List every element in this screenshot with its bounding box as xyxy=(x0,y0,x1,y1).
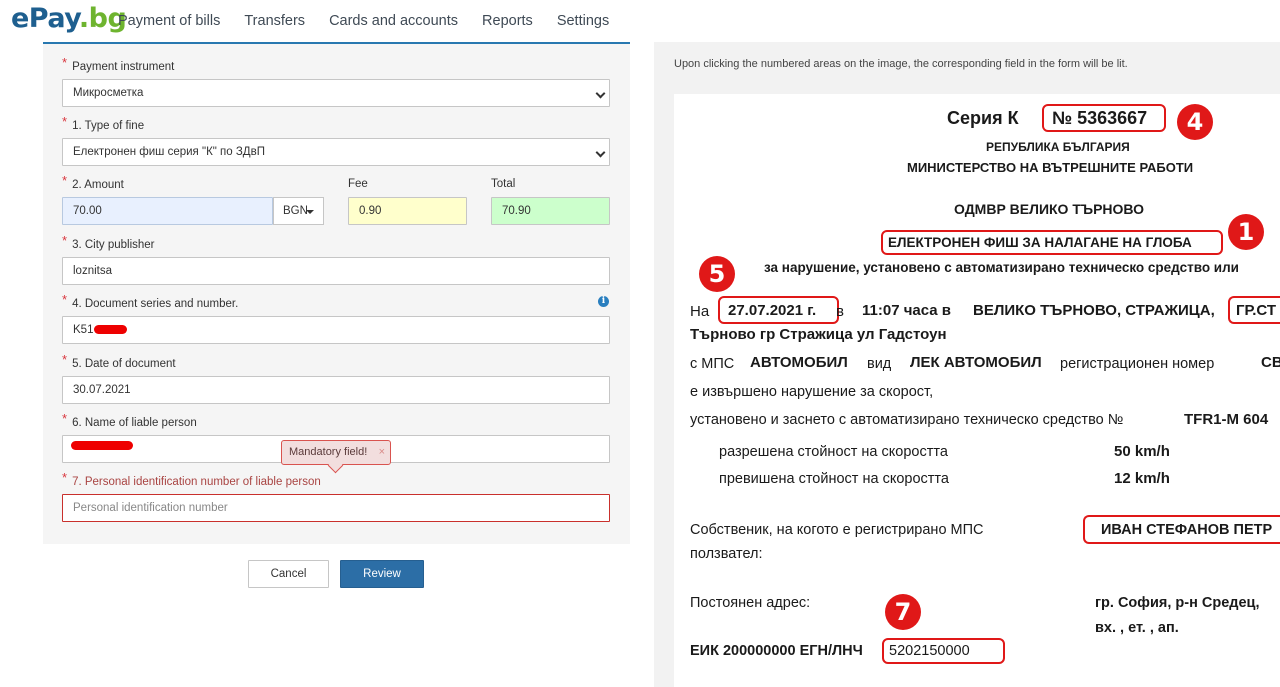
top-navbar: ePay.bg Payment of bills Transfers Cards… xyxy=(0,0,1280,42)
required-mark: * xyxy=(62,411,68,426)
required-mark: * xyxy=(62,173,68,188)
odmvr-text: ОДМВР ВЕЛИКО ТЪРНОВО xyxy=(954,201,1145,217)
fee-label: Fee xyxy=(348,178,368,190)
redaction-mark xyxy=(71,441,133,451)
required-mark: * xyxy=(62,114,68,129)
exceeded-value: 12 km/h xyxy=(1114,470,1170,487)
fine-type-select[interactable]: Електронен фиш серия "К" по ЗДвП xyxy=(62,138,610,166)
egn-number: 5202150000 xyxy=(889,643,970,659)
doc-date-label: 5. Date of document xyxy=(72,358,176,370)
city-publisher-label: 3. City publisher xyxy=(72,239,155,251)
required-mark: * xyxy=(62,352,68,367)
required-mark: * xyxy=(62,470,68,485)
personal-id-group: * 7. Personal identification number of li… xyxy=(62,470,610,522)
violation-text: е извършено нарушение за скорост, xyxy=(690,384,934,400)
nav-transfers[interactable]: Transfers xyxy=(232,0,317,42)
amount-label: 2. Amount xyxy=(72,179,124,191)
mandatory-field-tooltip: Mandatory field! × xyxy=(281,440,391,465)
device-number: TFR1-M 604 xyxy=(1184,411,1269,428)
na-text: На xyxy=(690,303,710,320)
personal-id-label: 7. Personal identification number of lia… xyxy=(72,476,321,488)
total-field: 70.90 xyxy=(491,197,610,225)
doc-series-group: * 4. Document series and number. i K51 xyxy=(62,292,610,344)
currency-label: BGN xyxy=(283,205,308,217)
ministry-text: МИНИСТЕРСТВО НА ВЪТРЕШНИТЕ РАБОТИ xyxy=(907,160,1194,175)
total-label: Total xyxy=(491,178,516,190)
currency-dropdown[interactable]: BGN xyxy=(273,197,324,225)
redaction-mark xyxy=(94,325,128,335)
review-button[interactable]: Review xyxy=(340,560,424,588)
doc-series-label: 4. Document series and number. xyxy=(72,298,239,310)
owner-name: ИВАН СТЕФАНОВ ПЕТР xyxy=(1101,522,1273,538)
fine-type-group: * 1. Type of fine Електронен фиш серия "К… xyxy=(62,114,610,166)
doc-date: 27.07.2021 г. xyxy=(728,302,817,319)
lek-text: ЛЕК АВТОМОБИЛ xyxy=(910,354,1042,371)
reg-number: СВ0 xyxy=(1261,354,1280,371)
eik-text: ЕИК 200000000 ЕГН/ЛНЧ xyxy=(690,643,863,659)
nav-reports[interactable]: Reports xyxy=(470,0,545,42)
mps-type: АВТОМОБИЛ xyxy=(750,354,848,371)
address-right-1: гр. София, р-н Средец, xyxy=(1095,595,1260,611)
marker-4[interactable]: 4 xyxy=(1177,104,1213,140)
device-text: установено и заснето с автоматизирано те… xyxy=(690,412,1124,428)
doc-series-value: K51 xyxy=(73,324,94,336)
caret-down-icon xyxy=(306,210,314,214)
doc-address-line: Търново гр Стражица ул Гадстоун xyxy=(690,326,947,343)
tooltip-text: Mandatory field! xyxy=(289,446,368,458)
doc-title: ЕЛЕКТРОНЕН ФИШ ЗА НАЛАГАНЕ НА ГЛОБА xyxy=(888,235,1192,250)
allowed-text: разрешена стойност на скоростта xyxy=(719,444,948,460)
fine-type-label: 1. Type of fine xyxy=(72,120,145,132)
marker-1[interactable]: 1 xyxy=(1228,214,1264,250)
amount-row: * 2. Amount 70.00 BGN Fee 0.90 Total 70.9… xyxy=(62,173,610,226)
doc-subtitle: за нарушение, установено с автоматизиран… xyxy=(764,260,1239,275)
payment-instrument-select[interactable]: Микросметка xyxy=(62,79,610,107)
doc-date-group: * 5. Date of document 30.07.2021 xyxy=(62,352,610,404)
payment-instrument-group: * Payment instrument Микросметка xyxy=(62,55,610,107)
doc-time: 11:07 часа в xyxy=(862,302,952,319)
doc-date-input[interactable]: 30.07.2021 xyxy=(62,376,610,404)
image-hint: Upon clicking the numbered areas on the … xyxy=(674,58,1128,70)
reg-text: регистрационен номер xyxy=(1060,356,1215,372)
fine-document-image: Серия К № 5363667 4 РЕПУБЛИКА БЪЛГАРИЯ М… xyxy=(674,94,1280,687)
nav-cards-and-accounts[interactable]: Cards and accounts xyxy=(317,0,470,42)
info-icon[interactable]: i xyxy=(598,296,609,307)
marker-7[interactable]: 7 xyxy=(885,594,921,630)
required-mark: * xyxy=(62,55,68,70)
required-mark: * xyxy=(62,233,68,248)
republic-text: РЕПУБЛИКА БЪЛГАРИЯ xyxy=(986,140,1130,154)
owner-text: Собственик, на когото е регистрирано МПС xyxy=(690,522,984,538)
nav-settings[interactable]: Settings xyxy=(545,0,621,42)
required-mark: * xyxy=(62,292,68,307)
main-nav: Payment of bills Transfers Cards and acc… xyxy=(106,0,621,42)
series-label: Серия К xyxy=(947,108,1019,128)
close-icon[interactable]: × xyxy=(379,441,385,464)
series-number: № 5363667 xyxy=(1052,108,1148,128)
exceeded-text: превишена стойност на скоростта xyxy=(719,471,949,487)
perm-address-label: Постоянен адрес: xyxy=(690,595,811,611)
vid-text: вид xyxy=(867,356,892,372)
marker-5[interactable]: 5 xyxy=(699,256,735,292)
mps-prefix: с МПС xyxy=(690,356,735,372)
payment-instrument-label: Payment instrument xyxy=(72,61,175,73)
amount-input[interactable]: 70.00 xyxy=(62,197,273,225)
doc-series-input[interactable]: K51 xyxy=(62,316,610,344)
v-text: в xyxy=(836,303,844,320)
city-publisher-group: * 3. City publisher loznitsa xyxy=(62,233,610,285)
city-publisher-input[interactable]: loznitsa xyxy=(62,257,610,285)
nav-payment-of-bills[interactable]: Payment of bills xyxy=(106,0,232,42)
fee-field: 0.90 xyxy=(348,197,467,225)
address-right-2: вх. , ет. , ап. xyxy=(1095,620,1179,636)
allowed-value: 50 km/h xyxy=(1114,443,1170,460)
personal-id-input[interactable]: Personal identification number xyxy=(62,494,610,522)
cancel-button[interactable]: Cancel xyxy=(248,560,329,588)
user-text: ползвател: xyxy=(690,546,763,562)
doc-gr: ГР.СТ xyxy=(1236,302,1277,319)
liable-name-label: 6. Name of liable person xyxy=(72,417,197,429)
doc-place: ВЕЛИКО ТЪРНОВО, СТРАЖИЦА, xyxy=(973,302,1215,319)
